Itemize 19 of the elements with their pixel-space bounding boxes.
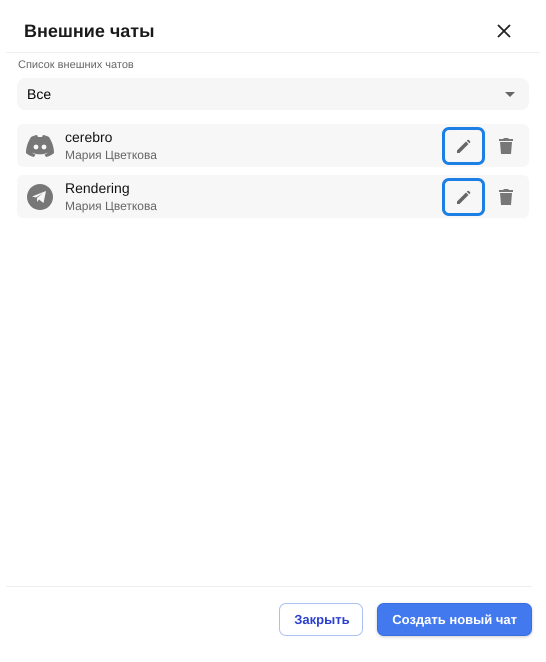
chat-name: Rendering [65,180,131,196]
caret-icon [505,92,515,96]
close-button[interactable]: Закрыть [279,603,364,636]
filter-label: Список внешних чатов [18,59,135,71]
edit-button[interactable] [442,126,485,164]
pencil-icon [454,136,472,154]
gamepad-face-icon [25,134,55,158]
trash-icon[interactable] [499,136,513,154]
create-button[interactable]: Создать новый чат [377,603,532,636]
chat-name: cerebro [65,129,114,145]
paper-plane-icon [25,182,55,212]
chat-owner: Мария Цветкова [65,199,158,213]
pencil-icon [454,188,472,206]
trash-icon[interactable] [499,188,513,206]
chat-filter-select[interactable]: Все [17,78,529,110]
edit-button[interactable] [442,178,485,216]
chat-owner: Мария Цветкова [65,148,158,162]
dialog-title: Внешние чаты [24,20,154,42]
close-icon[interactable] [496,23,512,39]
